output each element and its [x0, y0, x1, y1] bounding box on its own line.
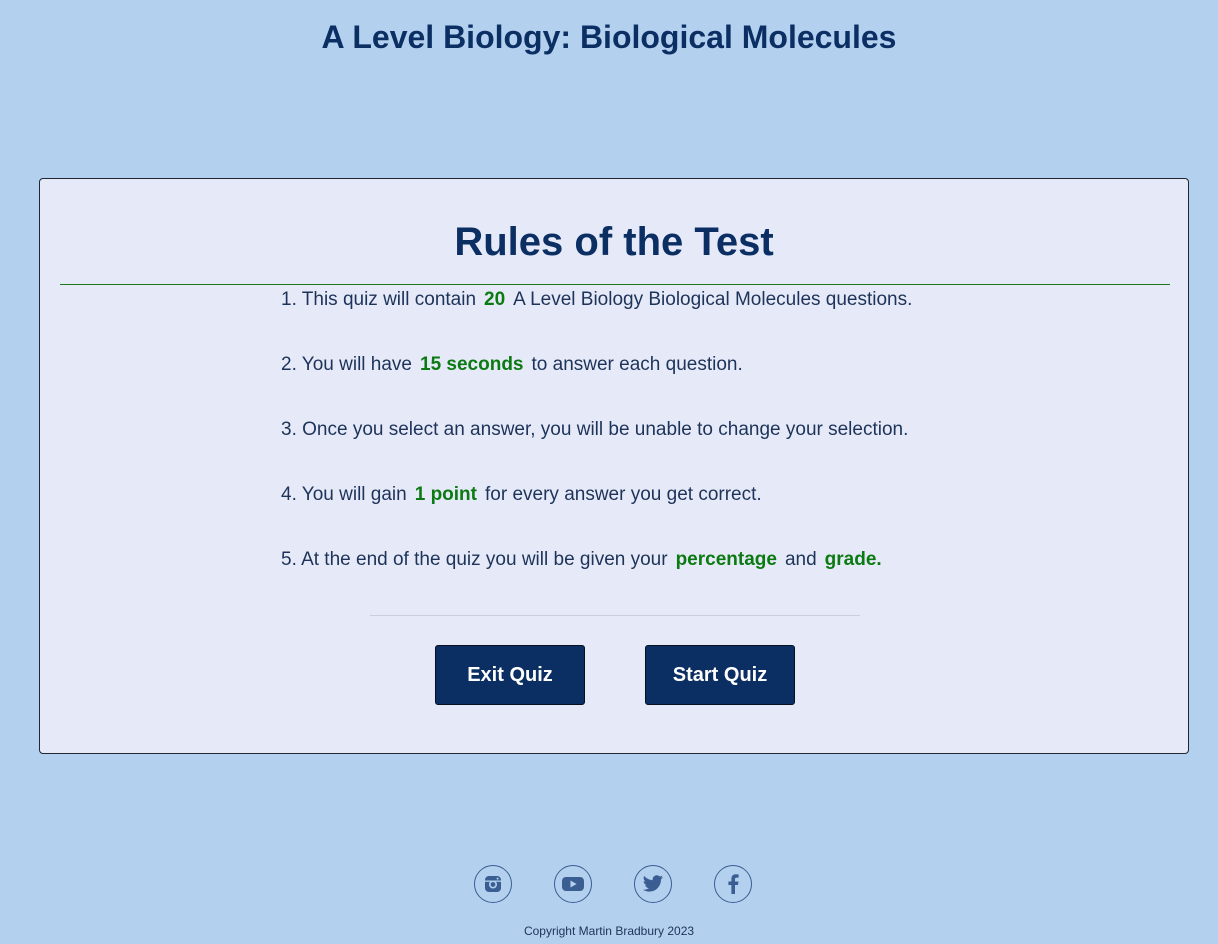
rule-item-4: 4. You will gain 1 point for every answer …	[281, 484, 981, 549]
rule-item-3: 3. Once you select an answer, you will b…	[281, 419, 981, 484]
social-links	[474, 865, 756, 905]
rule-5-highlight-2: grade.	[824, 549, 882, 570]
rule-3-text: 3. Once you select an answer, you will b…	[281, 419, 909, 440]
rule-2-suffix: to answer each question.	[531, 354, 743, 375]
rule-item-1: 1. This quiz will contain 20 A Level Biolo…	[281, 289, 981, 354]
exit-quiz-button[interactable]: Exit Quiz	[435, 645, 585, 705]
rule-5-highlight: percentage	[675, 549, 777, 570]
facebook-icon[interactable]	[714, 865, 752, 903]
rule-4-prefix: 4. You will gain	[281, 484, 407, 505]
rule-item-2: 2. You will have 15 seconds to answer each…	[281, 354, 981, 419]
rules-heading: Rules of the Test	[454, 220, 774, 264]
rule-5-prefix: 5. At the end of the quiz you will be gi…	[281, 549, 668, 570]
rule-4-suffix: for every answer you get correct.	[485, 484, 762, 505]
rule-2-highlight: 15 seconds	[420, 354, 524, 375]
buttons-divider	[370, 615, 860, 616]
rules-card: Rules of the Test 1. This quiz will cont…	[39, 178, 1189, 754]
instagram-icon[interactable]	[474, 865, 512, 903]
twitter-icon[interactable]	[634, 865, 672, 903]
rule-1-prefix: 1. This quiz will contain	[281, 289, 477, 310]
heading-divider	[60, 284, 1170, 285]
rule-2-prefix: 2. You will have	[281, 354, 412, 375]
youtube-icon[interactable]	[554, 865, 592, 903]
rules-list: 1. This quiz will contain 20 A Level Biolo…	[281, 289, 981, 614]
start-quiz-button[interactable]: Start Quiz	[645, 645, 795, 705]
rule-item-5: 5. At the end of the quiz you will be gi…	[281, 549, 981, 614]
rule-5-middle: and	[784, 549, 817, 570]
rule-1-suffix: A Level Biology Biological Molecules que…	[513, 289, 913, 310]
rule-1-highlight: 20	[484, 289, 506, 310]
copyright: Copyright Martin Bradbury 2023	[523, 924, 695, 938]
rule-4-highlight: 1 point	[414, 484, 477, 505]
page: A Level Biology: Biological Molecules Ru…	[0, 0, 1218, 944]
site-title: A Level Biology: Biological Molecules	[321, 19, 897, 55]
